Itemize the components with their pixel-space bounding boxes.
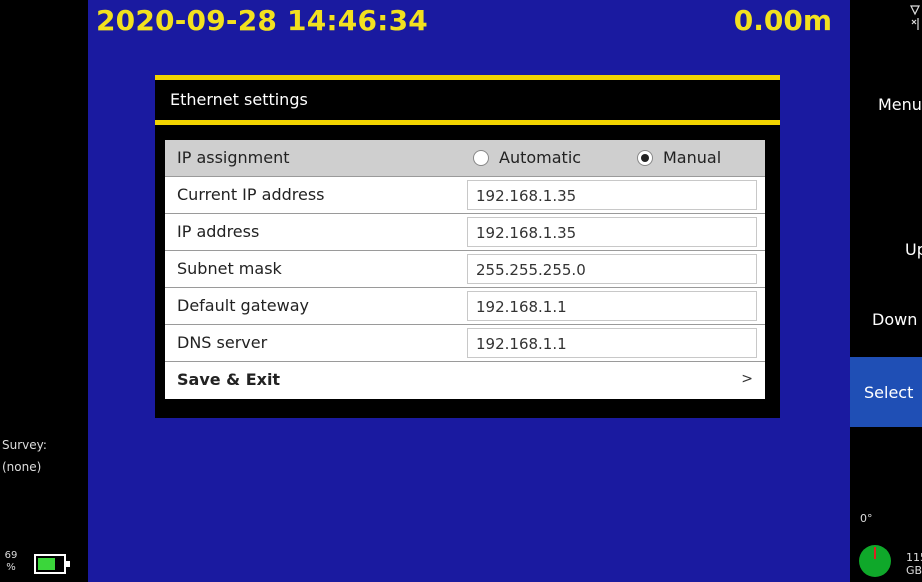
up-softkey[interactable]: Up bbox=[905, 240, 922, 259]
battery-percent-unit: % bbox=[6, 562, 16, 573]
compass-icon bbox=[859, 545, 891, 577]
radio-manual[interactable]: Manual bbox=[637, 148, 721, 167]
survey-value: (none) bbox=[2, 460, 42, 474]
dns-server-row: DNS server 192.168.1.1 bbox=[165, 325, 765, 362]
left-status-bar: Survey: (none) 69 % bbox=[0, 0, 88, 582]
default-gateway-row: Default gateway 192.168.1.1 bbox=[165, 288, 765, 325]
battery-icon bbox=[34, 554, 70, 574]
dialog-top-divider bbox=[155, 75, 780, 80]
depth-readout: 0.00m bbox=[733, 4, 832, 37]
default-gateway-field[interactable]: 192.168.1.1 bbox=[467, 291, 757, 321]
default-gateway-label: Default gateway bbox=[177, 296, 309, 315]
subnet-mask-row: Subnet mask 255.255.255.0 bbox=[165, 251, 765, 288]
ip-address-label: IP address bbox=[177, 222, 260, 241]
current-ip-field[interactable]: 192.168.1.35 bbox=[467, 180, 757, 210]
ip-address-row: IP address 192.168.1.35 bbox=[165, 214, 765, 251]
storage-unit: GB bbox=[906, 564, 922, 577]
storage-readout: 115 GB bbox=[906, 551, 922, 577]
select-softkey-label: Select bbox=[864, 383, 914, 402]
battery-fill bbox=[38, 558, 55, 570]
dns-server-field[interactable]: 192.168.1.1 bbox=[467, 328, 757, 358]
right-softkey-bar: Menu Up Down Select 0° 115 GB bbox=[850, 0, 922, 582]
current-ip-row: Current IP address 192.168.1.35 bbox=[165, 177, 765, 214]
subnet-mask-field[interactable]: 255.255.255.0 bbox=[467, 254, 757, 284]
battery-percent: 69 % bbox=[4, 550, 18, 574]
radio-automatic-label: Automatic bbox=[499, 148, 582, 167]
ip-assignment-label: IP assignment bbox=[177, 148, 290, 167]
battery-percent-value: 69 bbox=[4, 550, 18, 561]
signal-icon bbox=[910, 5, 920, 30]
survey-label: Survey: bbox=[2, 438, 47, 452]
radio-automatic-circle[interactable] bbox=[473, 149, 489, 166]
ip-address-field[interactable]: 192.168.1.35 bbox=[467, 217, 757, 247]
ethernet-settings-dialog: Ethernet settings IP assignment Automati… bbox=[155, 75, 780, 418]
select-softkey[interactable]: Select bbox=[850, 357, 922, 427]
storage-value: 115 bbox=[906, 551, 922, 564]
chevron-right-icon: > bbox=[741, 371, 753, 387]
save-exit-button[interactable]: Save & Exit > bbox=[165, 362, 765, 399]
subnet-mask-label: Subnet mask bbox=[177, 259, 282, 278]
dialog-title: Ethernet settings bbox=[170, 90, 308, 109]
ip-assignment-row: IP assignment Automatic Manual bbox=[165, 140, 765, 177]
angle-readout: 0° bbox=[860, 512, 873, 525]
radio-manual-label: Manual bbox=[663, 148, 722, 167]
radio-manual-circle[interactable] bbox=[637, 149, 653, 166]
save-exit-label: Save & Exit bbox=[177, 370, 281, 389]
dns-server-label: DNS server bbox=[177, 333, 268, 352]
radio-automatic[interactable]: Automatic bbox=[473, 148, 581, 167]
current-ip-label: Current IP address bbox=[177, 185, 325, 204]
dialog-title-divider bbox=[155, 120, 780, 125]
settings-table: IP assignment Automatic Manual Current I… bbox=[165, 140, 765, 399]
down-softkey[interactable]: Down bbox=[872, 310, 922, 329]
datetime: 2020-09-28 14:46:34 bbox=[96, 4, 428, 37]
menu-softkey[interactable]: Menu bbox=[878, 95, 922, 114]
main-area: 2020-09-28 14:46:34 0.00m Ethernet setti… bbox=[88, 0, 850, 582]
